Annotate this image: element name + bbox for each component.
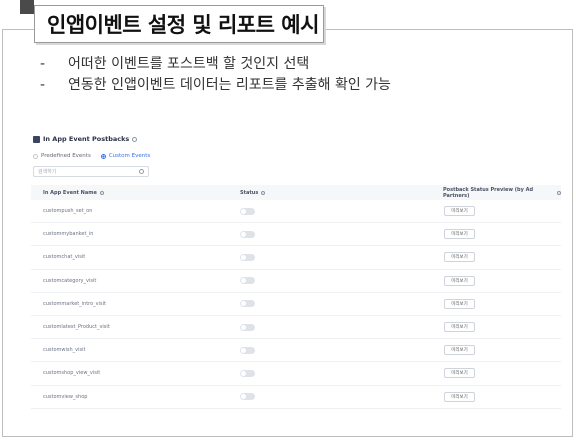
table-row: customlatest_Product_visit 미리보기 — [31, 316, 561, 340]
preview-cell: 미리보기 — [443, 206, 561, 217]
status-cell — [240, 207, 443, 215]
preview-cell: 미리보기 — [443, 229, 561, 240]
status-cell — [240, 230, 443, 238]
event-name: customshop_view_visit — [43, 370, 101, 377]
radio-custom-events[interactable]: Custom Events — [100, 153, 151, 159]
bullet-dash: - — [40, 77, 46, 93]
bullet-item: - 어떠한 이벤트를 포스트백 할 것인지 선택 — [40, 54, 391, 75]
preview-cell: 미리보기 — [443, 391, 561, 402]
column-header-label: Postback Status Preview (by Ad Partners) — [443, 186, 534, 199]
status-cell — [240, 346, 443, 354]
radio-label: Predefined Events — [41, 153, 91, 159]
preview-button[interactable]: 미리보기 — [444, 322, 475, 333]
preview-cell: 미리보기 — [443, 322, 561, 333]
status-toggle[interactable] — [240, 300, 255, 308]
preview-button[interactable]: 미리보기 — [444, 368, 475, 379]
event-table-body: custompush_set_on 미리보기 custommybanket_in 미리… — [31, 200, 561, 409]
preview-cell: 미리보기 — [443, 345, 561, 356]
corner-tab-decoration — [20, 0, 34, 14]
bullet-list: - 어떠한 이벤트를 포스트백 할 것인지 선택 - 연동한 인앱이벤트 데이터… — [40, 54, 391, 96]
event-name-cell: custompush_set_on — [31, 208, 240, 214]
status-toggle[interactable] — [240, 369, 255, 377]
event-name-cell: customcategory_visit — [31, 278, 240, 284]
status-cell — [240, 253, 443, 261]
status-cell — [240, 300, 443, 308]
preview-cell: 미리보기 — [443, 252, 561, 263]
info-icon[interactable] — [132, 136, 138, 142]
table-row: customchat_visit 미리보기 — [31, 246, 561, 270]
event-name-cell: customwish_visit — [31, 347, 240, 353]
panel-title: In App Event Postbacks — [43, 135, 130, 143]
bullet-dash: - — [40, 56, 46, 72]
column-header-label: Status — [240, 189, 259, 196]
postback-settings-screenshot: In App Event Postbacks Predefined Events… — [31, 129, 561, 413]
status-toggle[interactable] — [240, 323, 255, 331]
table-row: customview_shop 미리보기 — [31, 386, 561, 409]
preview-button[interactable]: 미리보기 — [444, 345, 475, 356]
event-name-cell: custommybanket_in — [31, 231, 240, 237]
search-icon[interactable] — [139, 169, 144, 174]
search-placeholder: 검색하기 — [38, 169, 57, 175]
status-cell — [240, 393, 443, 401]
info-icon[interactable] — [261, 190, 266, 195]
status-cell — [240, 323, 443, 331]
radio-button-selected-icon[interactable] — [100, 153, 106, 159]
status-toggle[interactable] — [240, 230, 255, 238]
radio-button-icon[interactable] — [33, 153, 38, 159]
preview-button[interactable]: 미리보기 — [444, 391, 475, 402]
table-header: In App Event Name Status Postback Status… — [31, 185, 561, 200]
preview-button[interactable]: 미리보기 — [444, 206, 475, 217]
preview-button[interactable]: 미리보기 — [444, 229, 475, 240]
table-row: customcategory_visit 미리보기 — [31, 270, 561, 293]
status-toggle[interactable] — [240, 253, 255, 261]
document-icon — [33, 135, 40, 143]
event-name-cell: customshop_view_visit — [31, 370, 240, 376]
event-type-radio-group: Predefined Events Custom Events — [31, 149, 561, 163]
event-name: customwish_visit — [43, 347, 86, 354]
status-toggle[interactable] — [240, 346, 255, 354]
search-input[interactable]: 검색하기 — [33, 166, 149, 177]
event-name: custommarket_intro_visit — [43, 300, 106, 307]
column-header-status: Status — [240, 190, 443, 196]
event-name-cell: custommarket_intro_visit — [31, 301, 240, 307]
event-name: customchat_visit — [43, 254, 86, 261]
status-toggle[interactable] — [240, 207, 255, 215]
bullet-text: 연동한 인앱이벤트 데이터는 리포트를 추출해 확인 가능 — [68, 77, 391, 93]
status-cell — [240, 369, 443, 377]
event-name-cell: customview_shop — [31, 394, 240, 400]
event-name: custommybanket_in — [43, 231, 94, 238]
table-row: customwish_visit 미리보기 — [31, 339, 561, 363]
column-header-label: In App Event Name — [43, 189, 97, 196]
radio-label: Custom Events — [108, 153, 151, 159]
radio-predefined-events[interactable]: Predefined Events — [33, 153, 91, 159]
event-name: customlatest_Product_visit — [43, 324, 110, 331]
preview-button[interactable]: 미리보기 — [444, 275, 475, 286]
info-icon[interactable] — [99, 190, 104, 195]
table-row: custompush_set_on 미리보기 — [31, 200, 561, 224]
preview-cell: 미리보기 — [443, 275, 561, 286]
panel-header: In App Event Postbacks — [31, 129, 561, 149]
column-header-preview: Postback Status Preview (by Ad Partners) — [443, 187, 561, 199]
status-toggle[interactable] — [240, 277, 255, 285]
table-row: custommybanket_in 미리보기 — [31, 223, 561, 247]
slide-title: 인앱이벤트 설정 및 리포트 예시 — [47, 13, 319, 37]
event-name: customcategory_visit — [43, 277, 97, 284]
preview-cell: 미리보기 — [443, 368, 561, 379]
table-row: customshop_view_visit 미리보기 — [31, 362, 561, 386]
column-header-event-name: In App Event Name — [31, 190, 240, 196]
bullet-item: - 연동한 인앱이벤트 데이터는 리포트를 추출해 확인 가능 — [40, 75, 391, 96]
status-toggle[interactable] — [240, 393, 255, 401]
event-name: customview_shop — [43, 393, 88, 400]
preview-button[interactable]: 미리보기 — [444, 252, 475, 263]
status-cell — [240, 277, 443, 285]
info-icon[interactable] — [557, 190, 561, 195]
preview-cell: 미리보기 — [443, 298, 561, 309]
event-name-cell: customchat_visit — [31, 254, 240, 260]
bullet-text: 어떠한 이벤트를 포스트백 할 것인지 선택 — [68, 56, 310, 72]
event-name-cell: customlatest_Product_visit — [31, 324, 240, 330]
table-row: custommarket_intro_visit 미리보기 — [31, 293, 561, 316]
slide-title-box: 인앱이벤트 설정 및 리포트 예시 — [34, 5, 324, 43]
event-name: custompush_set_on — [43, 208, 93, 215]
preview-button[interactable]: 미리보기 — [444, 298, 475, 309]
